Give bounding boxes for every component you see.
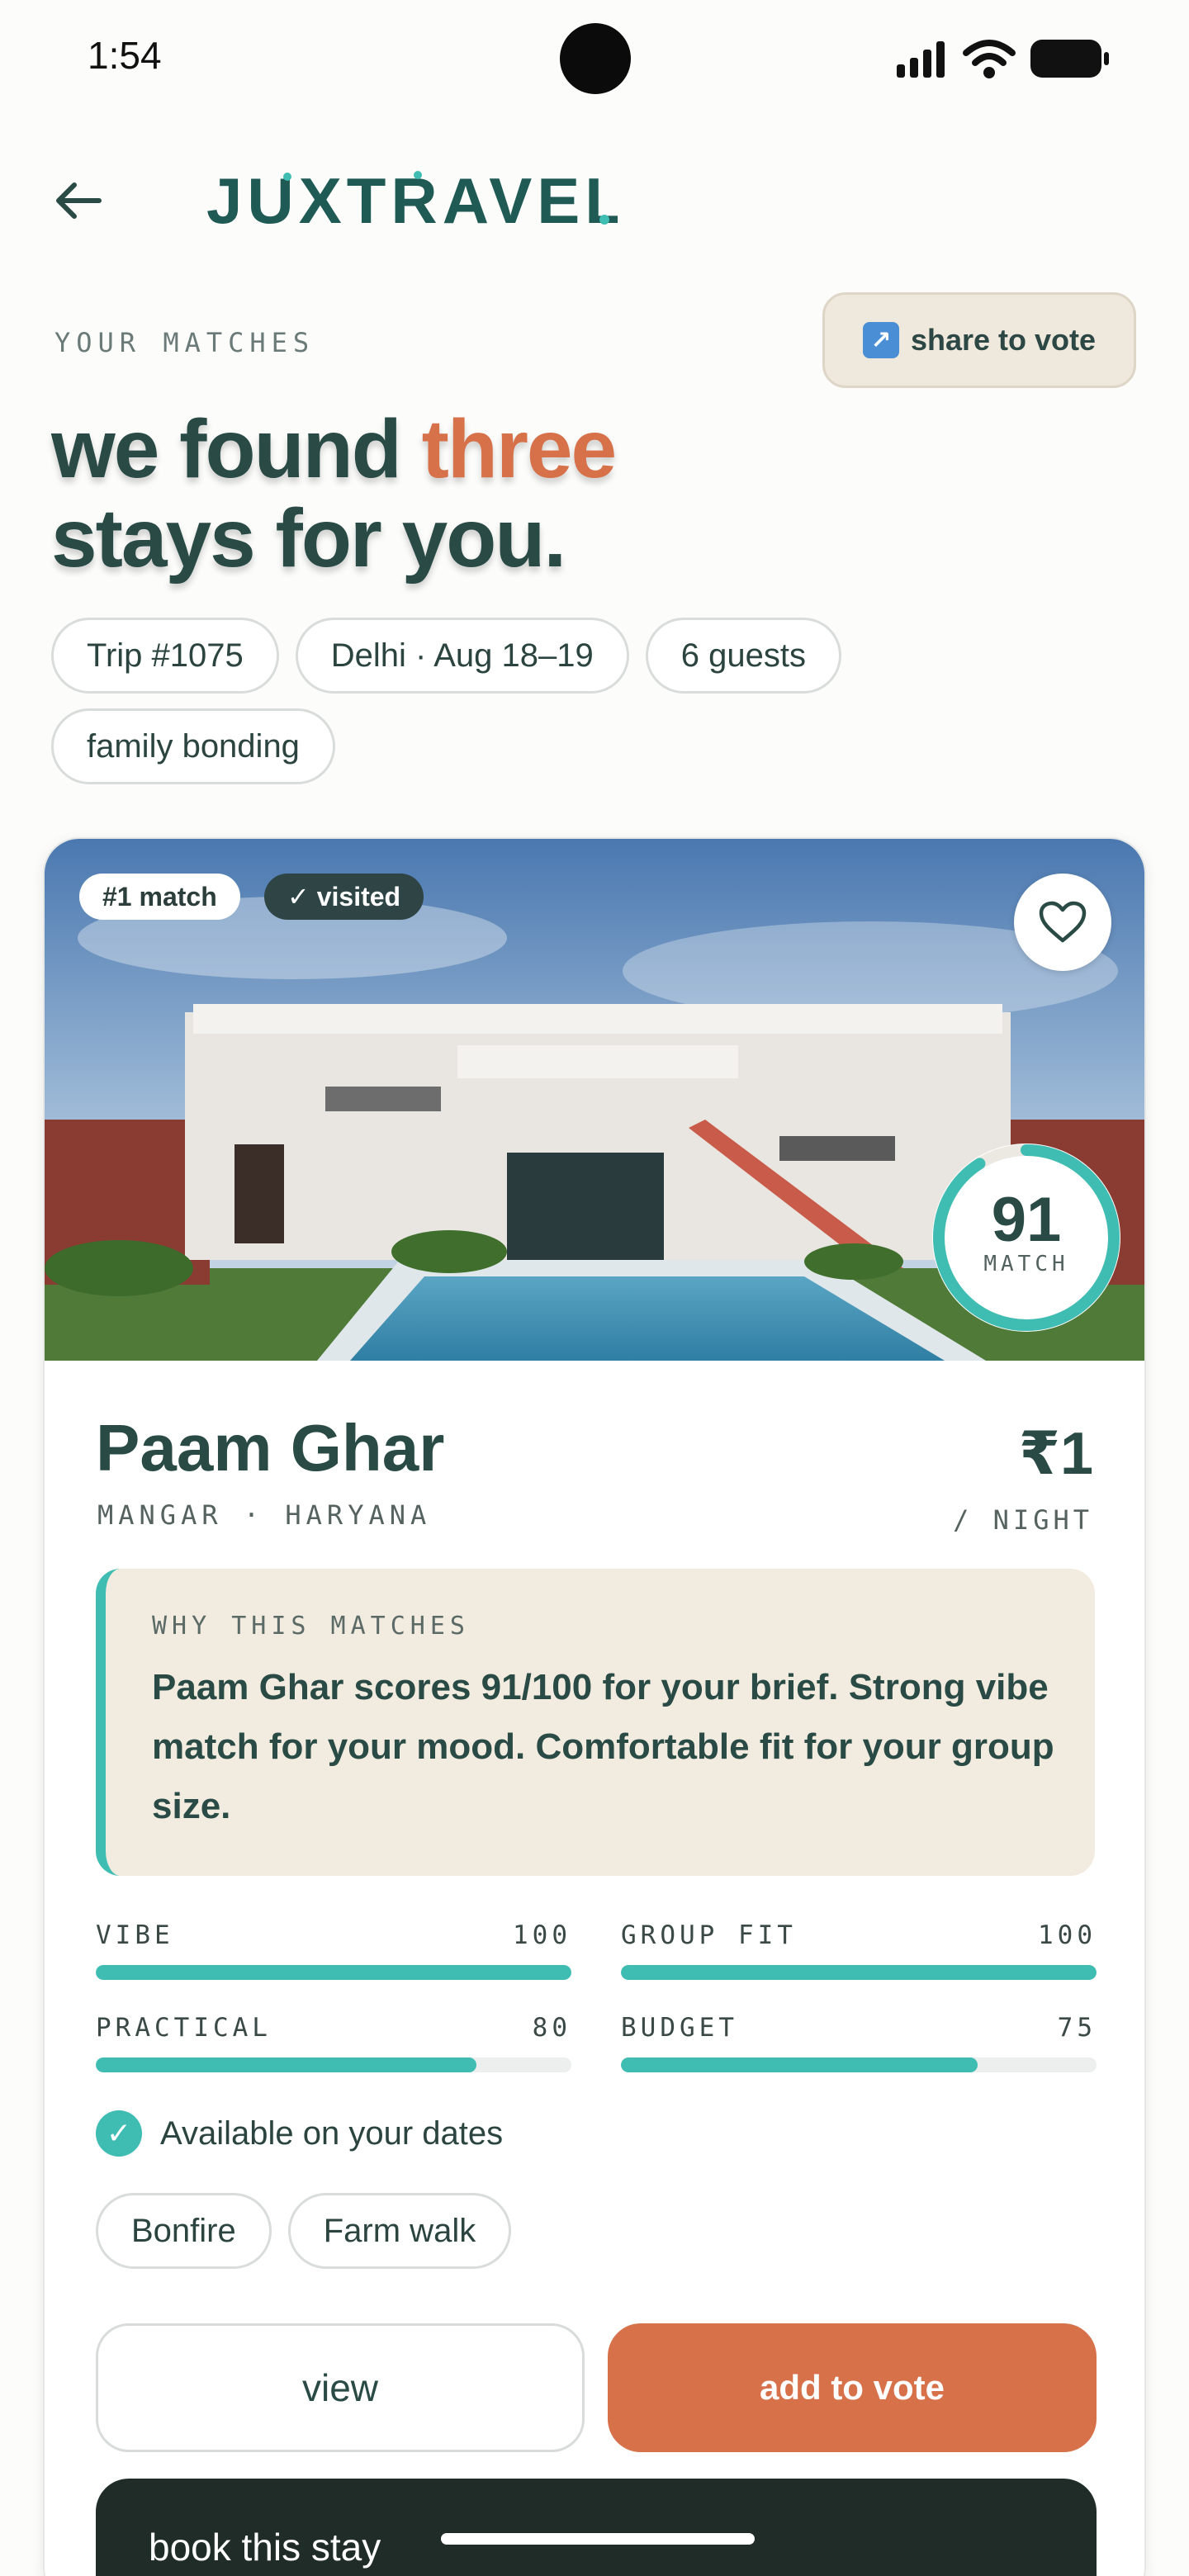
battery-icon: [1030, 40, 1109, 78]
price-unit: / NIGHT: [953, 1504, 1093, 1536]
amenity-chip: Bonfire: [96, 2193, 272, 2269]
score-bar-fill: [96, 2057, 476, 2072]
status-time: 1:54: [88, 34, 162, 77]
score-value: 100: [1038, 1920, 1097, 1950]
stay-photo: #1 match ✓ visited 91 MATCH: [45, 839, 1144, 1361]
score-label: VIBE: [96, 1920, 174, 1950]
match-score: 91: [991, 1185, 1062, 1255]
score-value: 80: [532, 2013, 571, 2043]
stay-location: MANGAR · HARYANA: [97, 1499, 432, 1531]
stay-price: ₹1: [1018, 1421, 1093, 1487]
share-to-vote-button[interactable]: ↗ share to vote: [822, 292, 1136, 388]
score-bar-fill: [621, 2057, 978, 2072]
score-label: GROUP FIT: [621, 1920, 797, 1950]
signal-icon: [897, 41, 945, 78]
score-bar-fill: [96, 1965, 571, 1980]
heart-icon: [1039, 901, 1087, 943]
score-bar: [621, 2057, 1097, 2072]
amenity-chip: Farm walk: [287, 2193, 512, 2269]
stay-card[interactable]: #1 match ✓ visited 91 MATCH Paam Ghar MA…: [43, 837, 1146, 2576]
book-label: book this stay: [149, 2526, 381, 2569]
chip-guests: 6 guests: [645, 618, 841, 694]
score-label: PRACTICAL: [96, 2013, 272, 2043]
match-label: MATCH: [983, 1252, 1069, 1276]
view-button[interactable]: view: [96, 2323, 585, 2452]
camera-notch: [560, 23, 631, 94]
chip-trip-id: Trip #1075: [51, 618, 279, 694]
score-practical: PRACTICAL 80: [96, 2013, 571, 2072]
status-bar: 1:54: [0, 0, 1189, 116]
svg-text:JUXTRAVEL: JUXTRAVEL: [206, 164, 618, 237]
score-bar: [96, 1965, 571, 1980]
score-bar: [96, 2057, 571, 2072]
add-to-vote-button[interactable]: add to vote: [608, 2323, 1097, 2452]
headline-post: stays for you.: [51, 492, 566, 585]
wifi-icon: [963, 40, 1016, 78]
why-label: WHY THIS MATCHES: [152, 1612, 470, 1641]
back-arrow-icon[interactable]: [51, 173, 106, 228]
score-group-fit: GROUP FIT 100: [621, 1920, 1097, 1980]
headline-pre: we found: [51, 403, 422, 495]
visited-badge: ✓ visited: [264, 874, 424, 920]
check-icon: ✓: [96, 2110, 142, 2157]
why-this-matches-box: WHY THIS MATCHES Paam Ghar scores 91/100…: [96, 1569, 1095, 1876]
score-vibe: VIBE 100: [96, 1920, 571, 1980]
trip-chips: Trip #1075 Delhi · Aug 18–19 6 guests fa…: [51, 618, 1141, 784]
section-eyebrow: YOUR MATCHES: [54, 327, 315, 358]
chip-destination-dates: Delhi · Aug 18–19: [295, 618, 629, 694]
chip-mood: family bonding: [51, 708, 335, 784]
juxtravel-logo: JUXTRAVEL: [206, 164, 618, 237]
score-value: 75: [1057, 2013, 1097, 2043]
share-label: share to vote: [910, 323, 1097, 357]
score-bar-fill: [621, 1965, 1097, 1980]
why-text: Paam Ghar scores 91/100 for your brief. …: [152, 1667, 1054, 1826]
score-budget: BUDGET 75: [621, 2013, 1097, 2072]
score-value: 100: [513, 1920, 571, 1950]
score-bar: [621, 1965, 1097, 1980]
amenity-chips: Bonfire Farm walk: [96, 2193, 512, 2269]
rank-badge: #1 match: [79, 874, 240, 920]
headline-accent: three: [421, 403, 618, 495]
favorite-button[interactable]: [1014, 874, 1111, 971]
availability-text: Available on your dates: [160, 2114, 504, 2152]
score-label: BUDGET: [621, 2013, 738, 2043]
book-stay-button[interactable]: book this stay: [96, 2479, 1097, 2576]
availability-status: ✓ Available on your dates: [96, 2110, 503, 2157]
home-indicator[interactable]: [441, 2533, 755, 2545]
share-icon: ↗: [862, 322, 899, 358]
stay-title: Paam Ghar: [96, 1411, 445, 1485]
page-headline: we found three stays for you.: [51, 403, 618, 585]
